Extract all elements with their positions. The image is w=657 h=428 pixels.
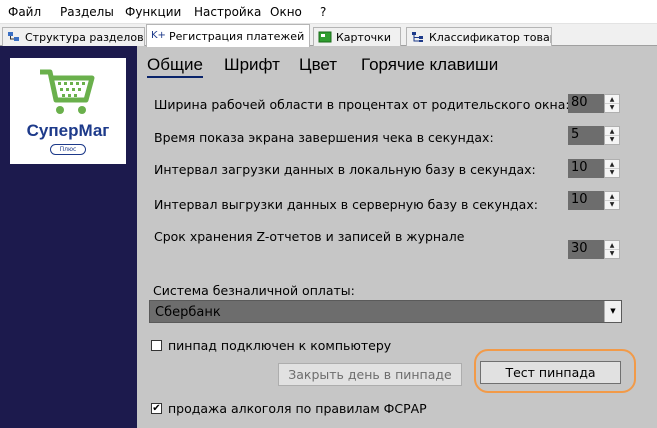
spin-down-icon[interactable]: ▼ <box>605 200 619 209</box>
spin-buttons: ▲ ▼ <box>604 191 620 210</box>
menu-file[interactable]: Файл <box>8 5 41 19</box>
tab-label: Карточки <box>336 31 391 44</box>
width-value[interactable]: 80 <box>568 94 604 113</box>
subtab-color[interactable]: Цвет <box>299 55 337 75</box>
menu-sections[interactable]: Разделы <box>60 5 114 19</box>
tab-cards[interactable]: Карточки <box>313 27 401 46</box>
close-day-button[interactable]: Закрыть день в пинпаде <box>278 363 462 386</box>
logo: СуперМаг Плюс <box>10 58 126 164</box>
menu-settings[interactable]: Настройка <box>194 5 261 19</box>
upload-interval-value[interactable]: 10 <box>568 191 604 210</box>
receipt-screen-value[interactable]: 5 <box>568 126 604 145</box>
retention-stepper[interactable]: 30 ▲ ▼ <box>568 240 620 259</box>
sidebar: СуперМаг Плюс <box>0 46 137 428</box>
load-interval-label: Интервал загрузки данных в локальную баз… <box>154 162 536 177</box>
receipt-screen-label: Время показа экрана завершения чека в се… <box>154 130 494 145</box>
width-label: Ширина рабочей области в процентах от ро… <box>154 97 570 112</box>
structure-icon <box>8 32 19 41</box>
chevron-down-icon[interactable]: ▼ <box>604 301 621 322</box>
retention-value[interactable]: 30 <box>568 240 604 259</box>
settings-panel: Общие Шрифт Цвет Горячие клавиши Ширина … <box>137 46 657 428</box>
kplus-icon: K+ <box>151 30 166 41</box>
subtab-hotkeys[interactable]: Горячие клавиши <box>361 55 498 75</box>
cards-icon <box>318 31 332 43</box>
shopping-cart-icon <box>40 69 95 114</box>
payment-system-select[interactable]: Сбербанк ▼ <box>149 300 622 323</box>
highlight-annotation <box>474 349 636 393</box>
logo-brand: СуперМаг <box>26 121 110 140</box>
payment-system-label: Система безналичной оплаты: <box>153 283 355 298</box>
upload-interval-stepper[interactable]: 10 ▲ ▼ <box>568 191 620 210</box>
load-interval-value[interactable]: 10 <box>568 159 604 178</box>
logo-sub: Плюс <box>50 144 86 155</box>
receipt-screen-stepper[interactable]: 5 ▲ ▼ <box>568 126 620 145</box>
pinpad-checkbox-label: пинпад подключен к компьютеру <box>168 338 392 353</box>
width-stepper[interactable]: 80 ▲ ▼ <box>568 94 620 113</box>
spin-down-icon[interactable]: ▼ <box>605 135 619 144</box>
tab-payment-registration[interactable]: K+ Регистрация платежей <box>146 24 310 47</box>
alcohol-checkbox[interactable]: ✔ <box>151 403 162 414</box>
subtab-general[interactable]: Общие <box>147 55 203 78</box>
classifier-icon <box>412 32 423 42</box>
spin-down-icon[interactable]: ▼ <box>605 249 619 258</box>
menu-functions[interactable]: Функции <box>125 5 181 19</box>
spin-buttons: ▲ ▼ <box>604 94 620 113</box>
spin-down-icon[interactable]: ▼ <box>605 168 619 177</box>
subtab-font[interactable]: Шрифт <box>224 55 280 75</box>
menu-bar: Файл Разделы Функции Настройка Окно ? <box>0 0 657 24</box>
spin-buttons: ▲ ▼ <box>604 240 620 259</box>
menu-help[interactable]: ? <box>320 5 326 19</box>
payment-system-value: Сбербанк <box>155 305 221 320</box>
upload-interval-label: Интервал выгрузки данных в серверную баз… <box>154 197 538 212</box>
spin-down-icon[interactable]: ▼ <box>605 103 619 112</box>
spin-buttons: ▲ ▼ <box>604 126 620 145</box>
tab-label: Структура разделов <box>25 31 144 44</box>
tab-structure[interactable]: Структура разделов <box>2 27 145 46</box>
pinpad-checkbox[interactable] <box>151 340 162 351</box>
tab-label: Классификатор товаров <box>429 31 551 44</box>
document-tab-bar: Структура разделов K+ Регистрация платеж… <box>0 24 657 47</box>
tab-classifier[interactable]: Классификатор товаров <box>406 27 552 46</box>
alcohol-checkbox-label: продажа алкоголя по правилам ФСРАР <box>168 401 427 416</box>
tab-label: Регистрация платежей <box>169 30 305 43</box>
spin-buttons: ▲ ▼ <box>604 159 620 178</box>
menu-window[interactable]: Окно <box>270 5 302 19</box>
retention-label: Срок хранения Z-отчетов и записей в журн… <box>154 229 465 244</box>
load-interval-stepper[interactable]: 10 ▲ ▼ <box>568 159 620 178</box>
